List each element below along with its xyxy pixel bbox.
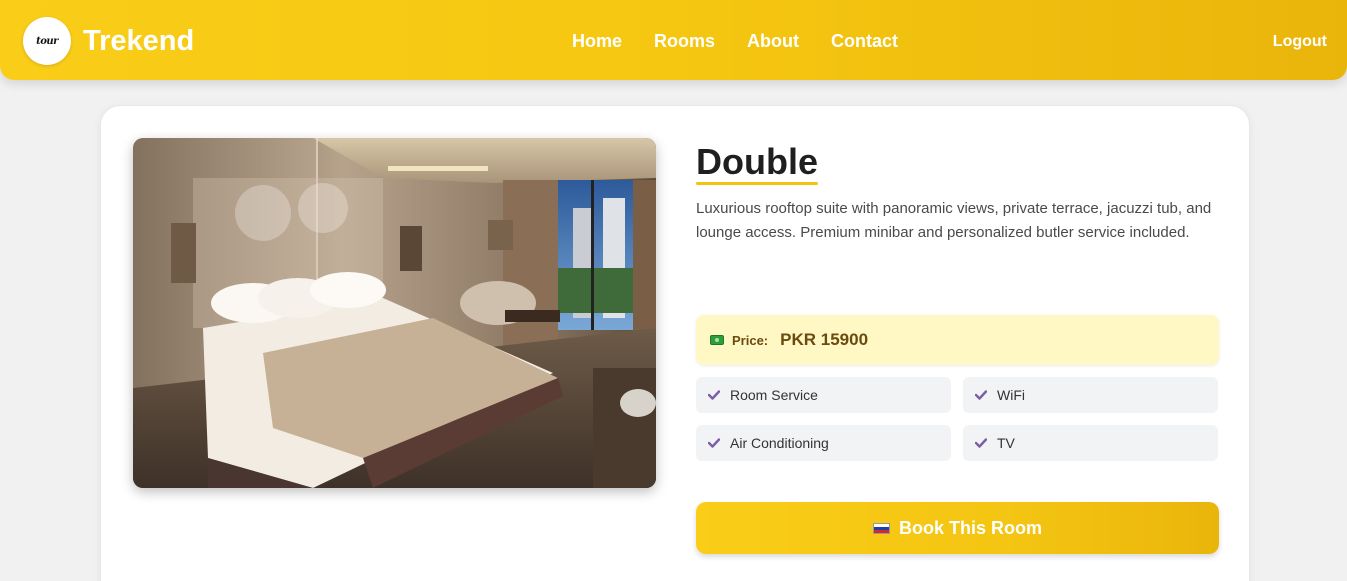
- check-icon: [708, 390, 720, 400]
- check-icon: [708, 438, 720, 448]
- room-description: Luxurious rooftop suite with panoramic v…: [696, 200, 1212, 241]
- nav-home[interactable]: Home: [572, 30, 622, 52]
- logo[interactable]: tour: [23, 17, 71, 65]
- amenity-label: WiFi: [997, 387, 1025, 403]
- amenity-tv: TV: [963, 425, 1218, 461]
- price-value: PKR 15900: [780, 330, 869, 349]
- amenity-wifi: WiFi: [963, 377, 1218, 413]
- nav-links: Home Rooms About Contact: [572, 30, 930, 52]
- room-title: Double: [696, 141, 818, 182]
- amenity-label: TV: [997, 435, 1015, 451]
- check-icon: [975, 390, 987, 400]
- amenity-label: Air Conditioning: [730, 435, 829, 451]
- amenity-air-conditioning: Air Conditioning: [696, 425, 951, 461]
- nav-about[interactable]: About: [747, 30, 799, 52]
- room-image: [133, 138, 656, 488]
- money-icon: [710, 335, 724, 345]
- brand-name[interactable]: Trekend: [83, 23, 194, 59]
- top-navbar: tour Trekend Home Rooms About Contact Lo…: [0, 0, 1347, 80]
- price-label: Price:: [732, 332, 769, 348]
- book-room-button[interactable]: Book This Room: [696, 502, 1219, 554]
- amenity-room-service: Room Service: [696, 377, 951, 413]
- title-underline: [696, 182, 818, 185]
- amenity-label: Room Service: [730, 387, 818, 403]
- logout-link[interactable]: Logout: [1273, 32, 1327, 52]
- price-box: Price: PKR 15900: [696, 315, 1219, 365]
- book-room-label: Book This Room: [899, 517, 1042, 538]
- check-icon: [975, 438, 987, 448]
- nav-contact[interactable]: Contact: [831, 30, 898, 52]
- flag-icon: [873, 522, 890, 534]
- nav-rooms[interactable]: Rooms: [654, 30, 715, 52]
- logo-text: tour: [36, 35, 58, 47]
- room-card: Double Luxurious rooftop suite with pano…: [100, 105, 1250, 581]
